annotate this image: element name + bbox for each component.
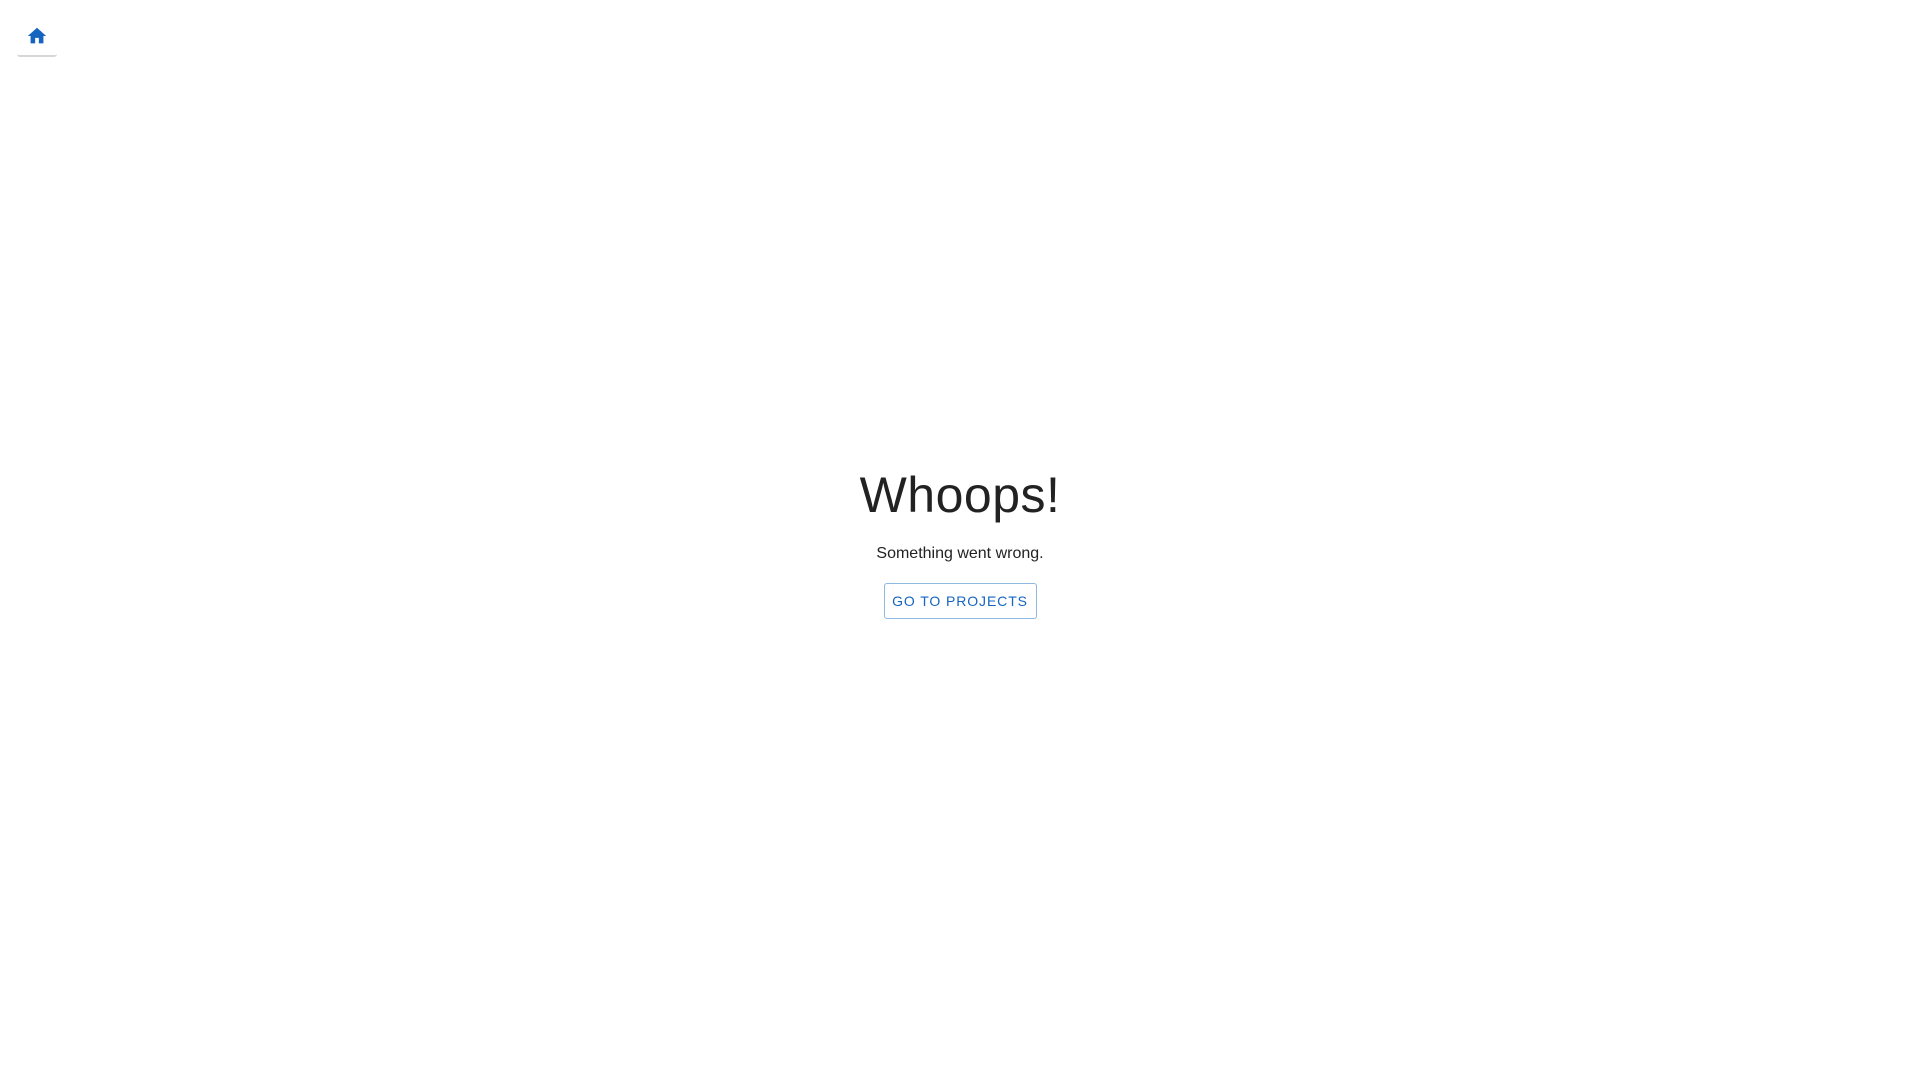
error-message: Something went wrong. <box>876 545 1044 562</box>
error-content: Whoops! Something went wrong. GO TO PROJ… <box>0 466 1920 619</box>
error-page: Whoops! Something went wrong. GO TO PROJ… <box>0 0 1920 1080</box>
home-icon <box>27 27 47 44</box>
home-button[interactable] <box>17 17 57 57</box>
error-title: Whoops! <box>859 467 1061 523</box>
go-to-projects-button[interactable]: GO TO PROJECTS <box>883 583 1037 619</box>
